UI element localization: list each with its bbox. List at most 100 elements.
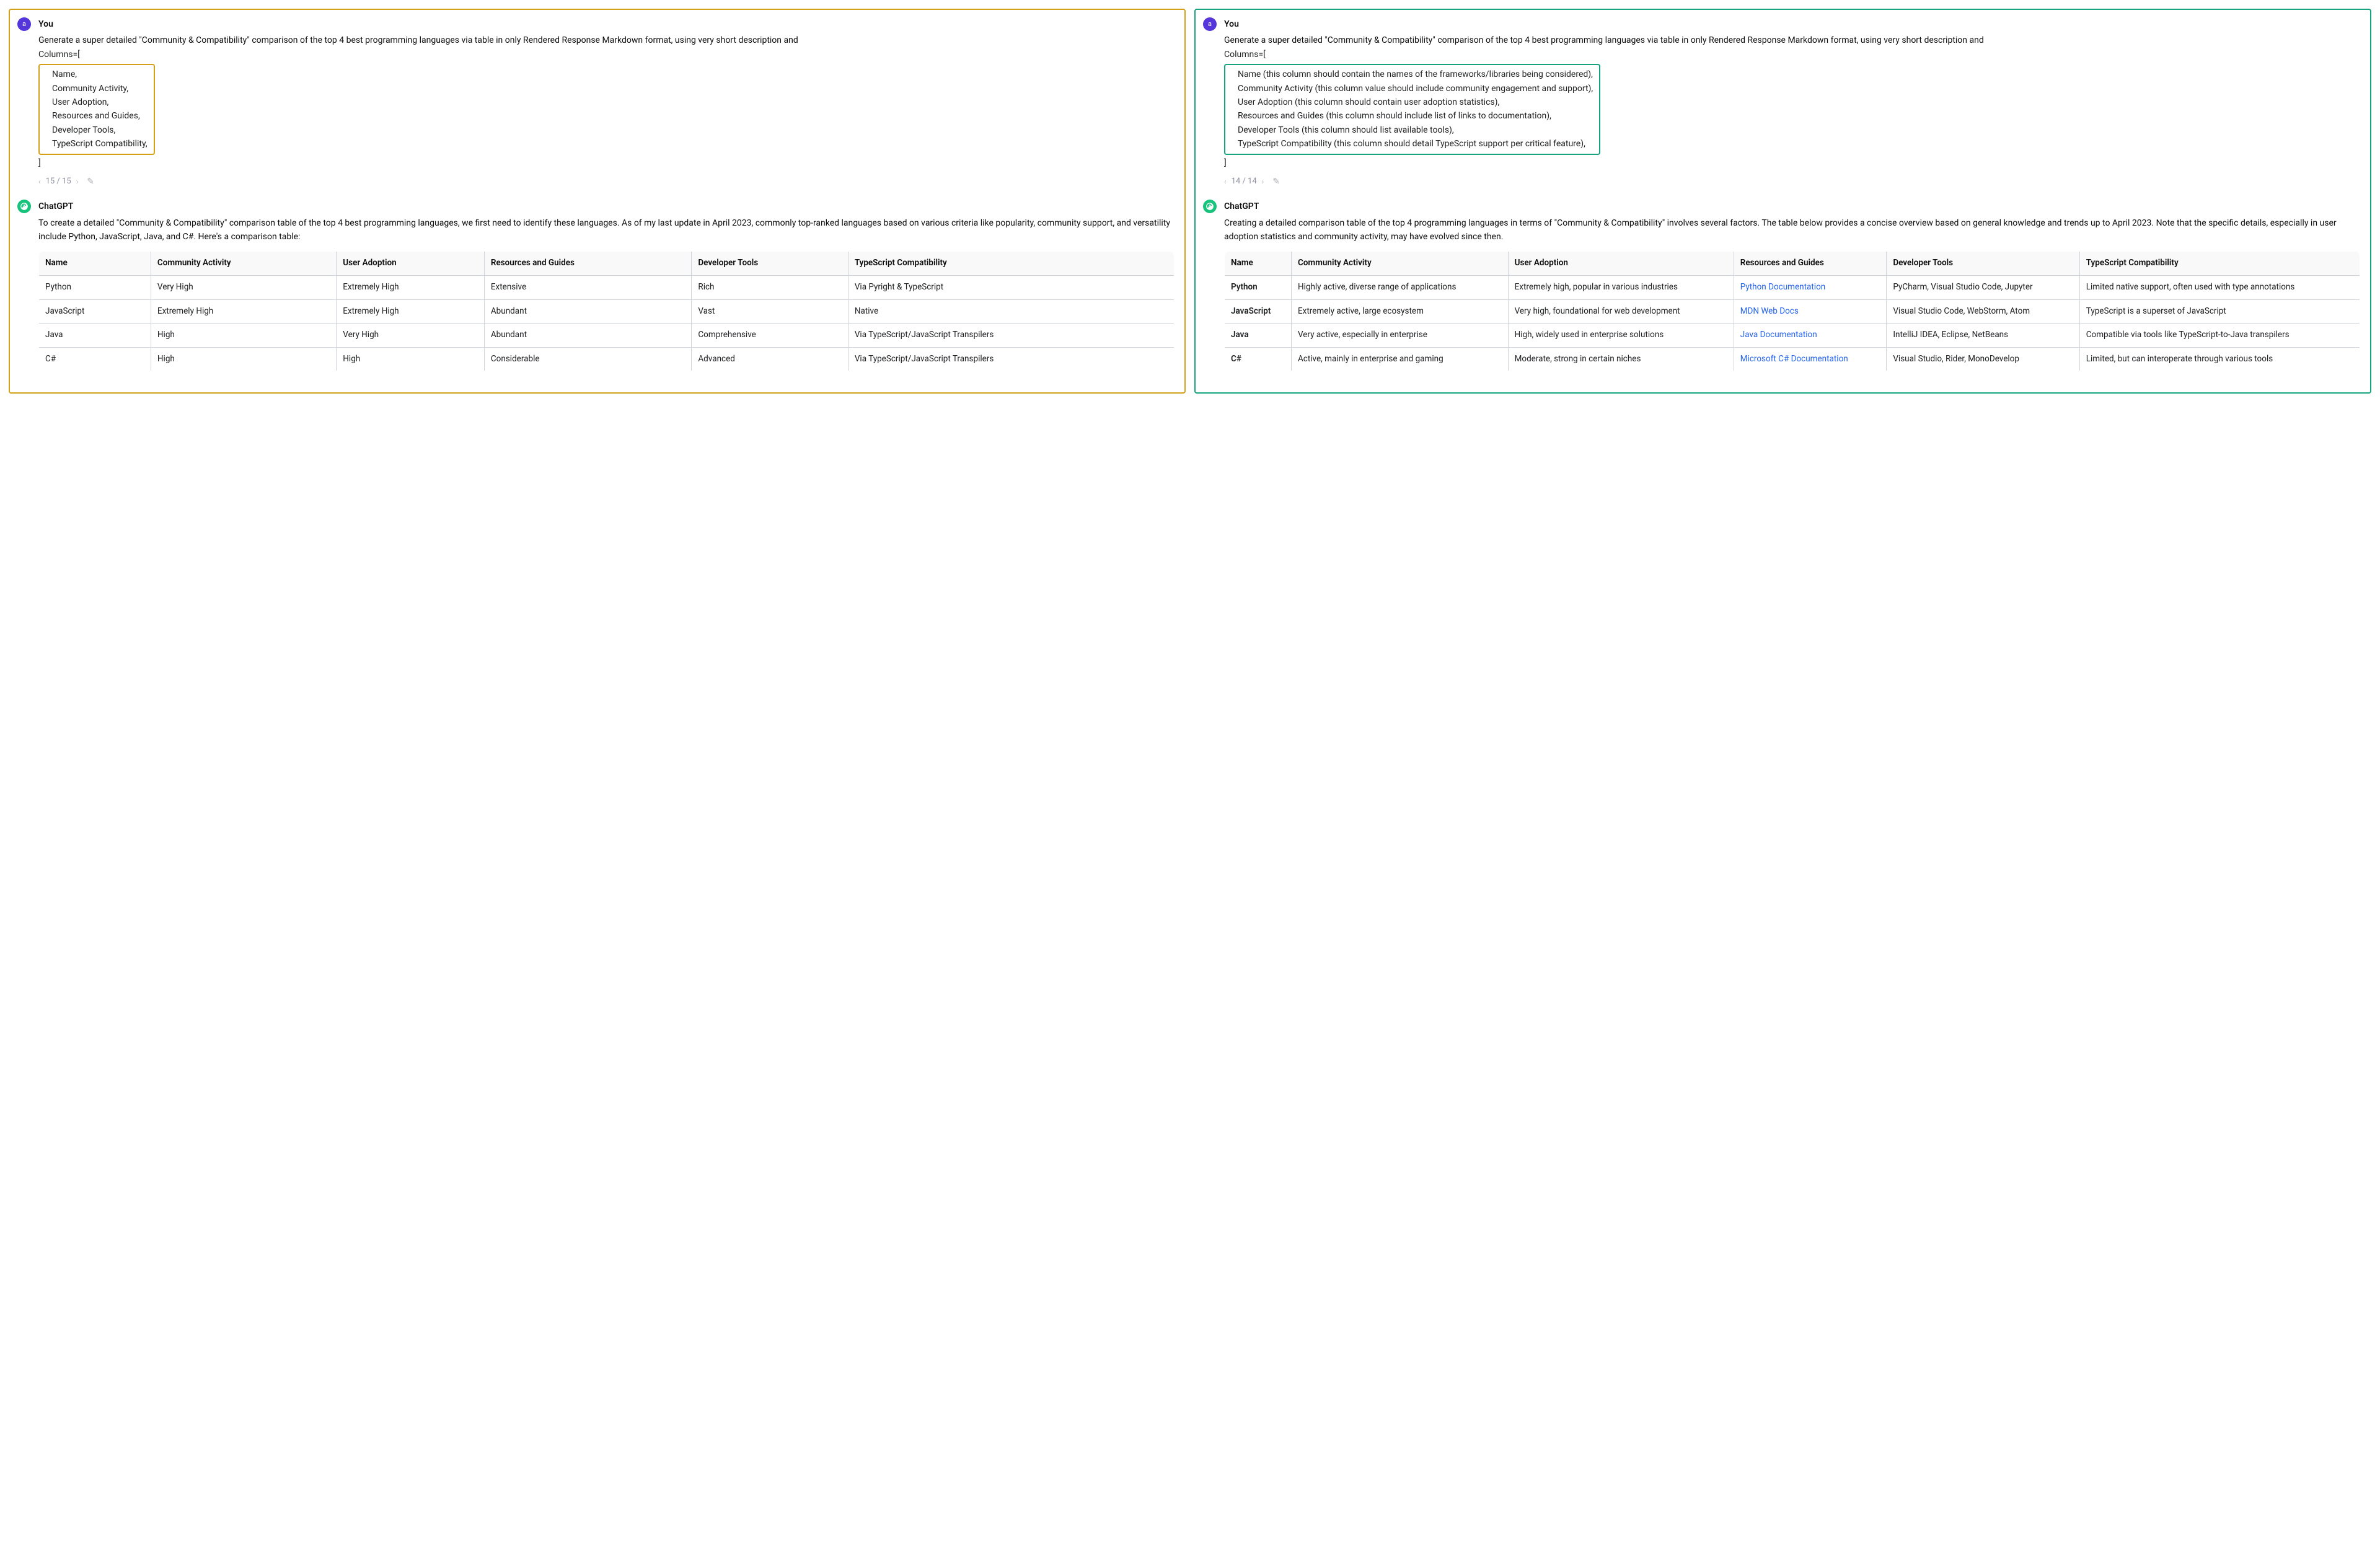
table-row: C#HighHighConsiderableAdvancedVia TypeSc… bbox=[39, 347, 1175, 371]
table-cell: Extremely High bbox=[151, 299, 336, 324]
table-cell: TypeScript is a superset of JavaScript bbox=[2079, 299, 2360, 324]
table-cell-name: JavaScript bbox=[1225, 299, 1292, 324]
table-cell: Very High bbox=[151, 276, 336, 300]
th-tools: Developer Tools bbox=[692, 252, 848, 276]
table-cell: Visual Studio Code, WebStorm, Atom bbox=[1887, 299, 2079, 324]
table-cell: JavaScript bbox=[39, 299, 151, 324]
th-name: Name bbox=[1225, 252, 1292, 276]
columns-open: Columns=[ bbox=[1224, 48, 2360, 61]
edit-icon[interactable]: ✎ bbox=[1272, 175, 1280, 188]
doc-link[interactable]: MDN Web Docs bbox=[1740, 306, 1799, 316]
user-label: You bbox=[38, 17, 1175, 31]
chatgpt-avatar bbox=[17, 200, 31, 213]
th-name: Name bbox=[39, 252, 151, 276]
columns-close: ] bbox=[38, 156, 1175, 170]
chevron-left-icon[interactable]: ‹ bbox=[38, 176, 41, 188]
th-user-adoption: User Adoption bbox=[337, 252, 485, 276]
col-item: Resources and Guides, bbox=[52, 109, 148, 123]
table-cell: Abundant bbox=[484, 324, 692, 348]
chevron-right-icon[interactable]: › bbox=[1262, 176, 1264, 188]
edit-icon[interactable]: ✎ bbox=[87, 175, 94, 188]
table-cell: Extensive bbox=[484, 276, 692, 300]
table-cell: High bbox=[337, 347, 485, 371]
pager-text: 15 / 15 bbox=[46, 175, 71, 188]
table-cell: Extremely active, large ecosystem bbox=[1291, 299, 1508, 324]
chevron-right-icon[interactable]: › bbox=[76, 176, 79, 188]
table-cell: Visual Studio, Rider, MonoDevelop bbox=[1887, 347, 2079, 371]
table-cell: Considerable bbox=[484, 347, 692, 371]
doc-link[interactable]: Python Documentation bbox=[1740, 282, 1826, 292]
table-cell: Extremely High bbox=[337, 276, 485, 300]
user-avatar: a bbox=[1203, 17, 1217, 31]
table-cell: Via TypeScript/JavaScript Transpilers bbox=[848, 347, 1174, 371]
table-cell: Compatible via tools like TypeScript-to-… bbox=[2079, 324, 2360, 348]
user-message: a You Generate a super detailed "Communi… bbox=[1224, 17, 2360, 188]
table-cell: Active, mainly in enterprise and gaming bbox=[1291, 347, 1508, 371]
table-cell: Moderate, strong in certain niches bbox=[1508, 347, 1734, 371]
table-cell-name: Java bbox=[1225, 324, 1292, 348]
table-cell-name: Python bbox=[1225, 276, 1292, 300]
columns-open: Columns=[ bbox=[38, 48, 1175, 61]
table-row: PythonVery HighExtremely HighExtensiveRi… bbox=[39, 276, 1175, 300]
pager: ‹ 14 / 14 › ✎ bbox=[1224, 175, 2360, 188]
table-cell: Native bbox=[848, 299, 1174, 324]
table-row: PythonHighly active, diverse range of ap… bbox=[1225, 276, 2360, 300]
table-cell: High bbox=[151, 347, 336, 371]
col-item: TypeScript Compatibility, bbox=[52, 137, 148, 151]
prompt-intro: Generate a super detailed "Community & C… bbox=[1224, 33, 2360, 47]
chatgpt-avatar bbox=[1203, 200, 1217, 213]
col-item: Developer Tools (this column should list… bbox=[1238, 123, 1593, 137]
table-cell-resources: Microsoft C# Documentation bbox=[1734, 347, 1887, 371]
table-cell-resources: MDN Web Docs bbox=[1734, 299, 1887, 324]
table-header-row: Name Community Activity User Adoption Re… bbox=[39, 252, 1175, 276]
pager: ‹ 15 / 15 › ✎ bbox=[38, 175, 1175, 188]
table-cell-resources: Java Documentation bbox=[1734, 324, 1887, 348]
th-resources: Resources and Guides bbox=[484, 252, 692, 276]
th-typescript: TypeScript Compatibility bbox=[2079, 252, 2360, 276]
chatgpt-label: ChatGPT bbox=[1224, 200, 2360, 213]
assistant-message: ChatGPT To create a detailed "Community … bbox=[38, 200, 1175, 371]
columns-highlight-box: Name (this column should contain the nam… bbox=[1224, 64, 1600, 154]
table-cell: C# bbox=[39, 347, 151, 371]
user-message: a You Generate a super detailed "Communi… bbox=[38, 17, 1175, 188]
right-panel: a You Generate a super detailed "Communi… bbox=[1194, 9, 2371, 394]
th-typescript: TypeScript Compatibility bbox=[848, 252, 1174, 276]
table-cell: Via TypeScript/JavaScript Transpilers bbox=[848, 324, 1174, 348]
table-cell: Limited, but can interoperate through va… bbox=[2079, 347, 2360, 371]
comparison-table: Name Community Activity User Adoption Re… bbox=[38, 251, 1175, 371]
table-row: C#Active, mainly in enterprise and gamin… bbox=[1225, 347, 2360, 371]
table-header-row: Name Community Activity User Adoption Re… bbox=[1225, 252, 2360, 276]
th-community: Community Activity bbox=[1291, 252, 1508, 276]
table-cell: Very high, foundational for web developm… bbox=[1508, 299, 1734, 324]
col-item: Name, bbox=[52, 68, 148, 81]
table-cell: Abundant bbox=[484, 299, 692, 324]
table-cell-name: C# bbox=[1225, 347, 1292, 371]
user-avatar: a bbox=[17, 17, 31, 31]
columns-close: ] bbox=[1224, 156, 2360, 170]
col-item: Developer Tools, bbox=[52, 123, 148, 137]
prompt-intro: Generate a super detailed "Community & C… bbox=[38, 33, 1175, 47]
col-item: Community Activity (this column value sh… bbox=[1238, 82, 1593, 95]
table-cell: Advanced bbox=[692, 347, 848, 371]
doc-link[interactable]: Java Documentation bbox=[1740, 330, 1817, 340]
table-cell: High, widely used in enterprise solution… bbox=[1508, 324, 1734, 348]
table-cell: Vast bbox=[692, 299, 848, 324]
th-resources: Resources and Guides bbox=[1734, 252, 1887, 276]
col-item: Resources and Guides (this column should… bbox=[1238, 109, 1593, 123]
table-cell: Comprehensive bbox=[692, 324, 848, 348]
table-cell: Very active, especially in enterprise bbox=[1291, 324, 1508, 348]
th-community: Community Activity bbox=[151, 252, 336, 276]
chevron-left-icon[interactable]: ‹ bbox=[1224, 176, 1227, 188]
table-cell: Via Pyright & TypeScript bbox=[848, 276, 1174, 300]
response-text: To create a detailed "Community & Compat… bbox=[38, 216, 1175, 244]
pager-text: 14 / 14 bbox=[1232, 175, 1257, 188]
comparison-container: a You Generate a super detailed "Communi… bbox=[0, 0, 2380, 402]
table-cell: High bbox=[151, 324, 336, 348]
chatgpt-label: ChatGPT bbox=[38, 200, 1175, 213]
table-cell: Limited native support, often used with … bbox=[2079, 276, 2360, 300]
user-label: You bbox=[1224, 17, 2360, 31]
table-cell: Python bbox=[39, 276, 151, 300]
table-cell: Extremely high, popular in various indus… bbox=[1508, 276, 1734, 300]
doc-link[interactable]: Microsoft C# Documentation bbox=[1740, 354, 1848, 364]
th-user-adoption: User Adoption bbox=[1508, 252, 1734, 276]
